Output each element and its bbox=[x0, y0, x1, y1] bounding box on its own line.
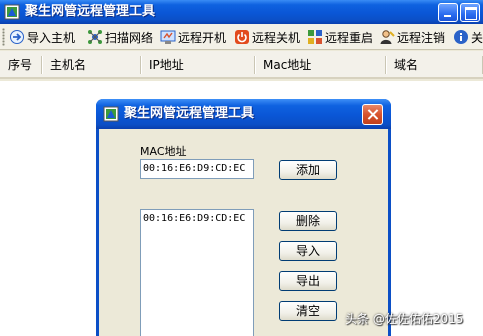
column-header-mac[interactable]: Mac地址 bbox=[255, 51, 386, 79]
window-title: 聚生网管远程管理工具 bbox=[25, 4, 156, 19]
mac-dialog: 聚生网管远程管理工具 MAC地址 00:16:E6:D9:CD:EC 00:16… bbox=[96, 99, 391, 336]
toolbar-label: 扫描网络 bbox=[105, 30, 154, 45]
column-header-index[interactable]: 序号 bbox=[0, 51, 42, 79]
list-item[interactable]: 00:16:E6:D9:CD:EC bbox=[141, 210, 253, 226]
minimize-button[interactable] bbox=[438, 3, 458, 22]
dialog-titlebar[interactable]: 聚生网管远程管理工具 bbox=[96, 99, 391, 129]
toolbar-import-host[interactable]: 导入主机 bbox=[9, 27, 75, 47]
toolbar-label: 导入主机 bbox=[27, 30, 76, 45]
info-icon bbox=[453, 29, 469, 45]
delete-button[interactable]: 删除 bbox=[279, 211, 337, 231]
import-button[interactable]: 导入 bbox=[279, 241, 337, 261]
toolbar-label: 远程注销 bbox=[397, 30, 446, 45]
import-host-icon bbox=[9, 29, 25, 45]
toolbar-label: 远程开机 bbox=[178, 30, 227, 45]
close-button[interactable] bbox=[362, 104, 383, 125]
toolbar-label: 远程关机 bbox=[252, 30, 301, 45]
app-icon bbox=[4, 4, 20, 20]
toolbar-grip[interactable] bbox=[2, 28, 5, 46]
mac-list[interactable]: 00:16:E6:D9:CD:EC bbox=[140, 209, 254, 336]
column-header-ip[interactable]: IP地址 bbox=[141, 51, 255, 79]
clear-button[interactable]: 清空 bbox=[279, 301, 337, 321]
mac-input[interactable]: 00:16:E6:D9:CD:EC bbox=[140, 159, 254, 179]
remote-power-on-icon bbox=[160, 29, 176, 45]
toolbar-scan-network[interactable]: 扫描网络 bbox=[87, 27, 153, 47]
toolbar-remote-logoff[interactable]: 远程注销 bbox=[379, 27, 445, 47]
scan-network-icon bbox=[87, 29, 103, 45]
mac-label: MAC地址 bbox=[140, 145, 187, 158]
toolbar-label: 关 bbox=[471, 30, 483, 45]
main-titlebar[interactable]: 聚生网管远程管理工具 bbox=[0, 0, 483, 24]
add-button[interactable]: 添加 bbox=[279, 160, 337, 180]
remote-restart-icon bbox=[307, 29, 323, 45]
watermark-text: 头条 @佐佐佑佑2015 bbox=[345, 312, 464, 326]
remote-shutdown-icon bbox=[234, 29, 250, 45]
dialog-title: 聚生网管远程管理工具 bbox=[124, 106, 255, 121]
watermark: 头条 @佐佐佑佑2015 bbox=[345, 310, 463, 327]
table-header: 序号 主机名 IP地址 Mac地址 域名 bbox=[0, 51, 483, 79]
column-header-domain[interactable]: 域名 bbox=[386, 51, 483, 79]
app-icon bbox=[103, 106, 119, 122]
maximize-button[interactable] bbox=[460, 3, 480, 22]
column-header-hostname[interactable]: 主机名 bbox=[42, 51, 141, 79]
toolbar-remote-shutdown[interactable]: 远程关机 bbox=[234, 27, 300, 47]
remote-logoff-icon bbox=[379, 29, 395, 45]
toolbar-label: 远程重启 bbox=[325, 30, 374, 45]
toolbar-info[interactable]: 关 bbox=[453, 27, 483, 47]
toolbar: 导入主机 扫描网络 远程开机 远程关机 远程重启 远程注销 关 bbox=[0, 24, 483, 50]
toolbar-remote-power-on[interactable]: 远程开机 bbox=[160, 27, 226, 47]
export-button[interactable]: 导出 bbox=[279, 271, 337, 291]
toolbar-remote-restart[interactable]: 远程重启 bbox=[307, 27, 373, 47]
